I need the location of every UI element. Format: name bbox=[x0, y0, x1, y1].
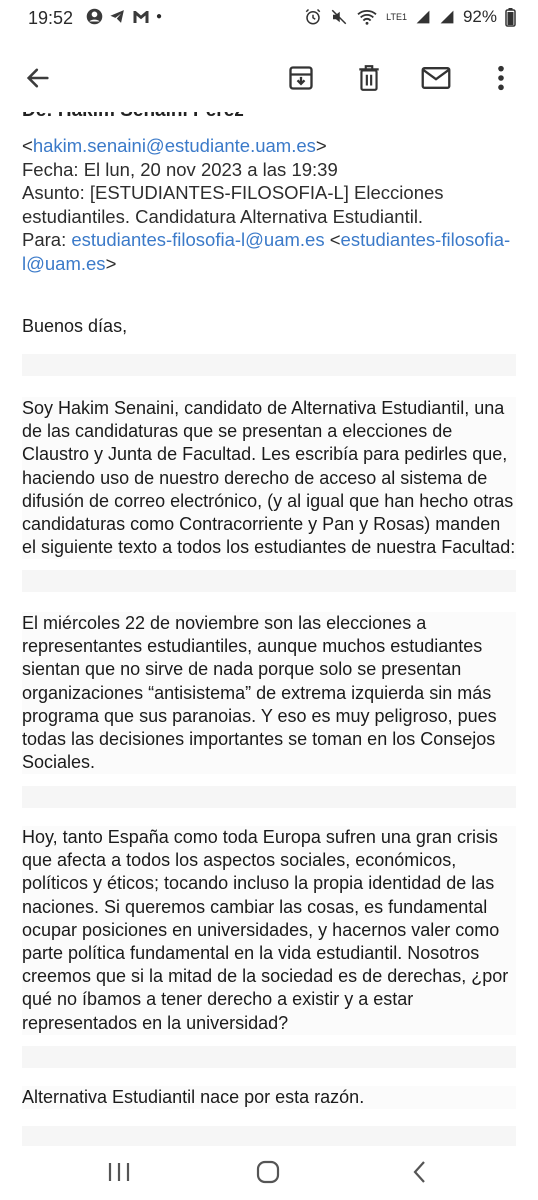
archive-icon bbox=[289, 66, 313, 90]
telegram-icon bbox=[110, 10, 124, 23]
mute-icon bbox=[331, 9, 347, 25]
recents-button[interactable] bbox=[89, 1152, 149, 1192]
status-left-icons: ● bbox=[86, 8, 162, 25]
blank-line bbox=[22, 1126, 516, 1146]
bracket-open: < bbox=[22, 135, 33, 156]
sender-email-link[interactable]: hakim.senaini@estudiante.uam.es bbox=[33, 135, 316, 156]
bracket-close: > bbox=[105, 252, 117, 274]
blank-line bbox=[22, 1046, 516, 1068]
greeting: Buenos días, bbox=[22, 316, 128, 336]
sender-email-line: <hakim.senaini@estudiante.uam.es> bbox=[22, 134, 522, 158]
recipient-link[interactable]: estudiantes-filosofia-l@uam.es bbox=[71, 229, 324, 250]
signal-icon bbox=[416, 10, 430, 24]
archive-button[interactable] bbox=[281, 58, 321, 98]
more-vert-icon bbox=[498, 65, 504, 91]
to-label: Para: bbox=[22, 229, 72, 250]
account-icon bbox=[86, 8, 103, 25]
mark-unread-button[interactable] bbox=[416, 58, 456, 98]
lte-label: LTE1 bbox=[386, 11, 407, 22]
from-line: De: Hakim Senaini Pérez bbox=[22, 112, 244, 122]
status-right-icons: LTE1 92% bbox=[304, 7, 516, 27]
notification-dot-icon: ● bbox=[156, 11, 163, 22]
trash-icon bbox=[359, 65, 379, 91]
wifi-icon bbox=[357, 10, 377, 25]
alarm-icon bbox=[305, 8, 321, 25]
battery-icon bbox=[505, 7, 516, 27]
home-icon bbox=[256, 1160, 280, 1184]
paragraph-3: Hoy, tanto España como toda Europa sufre… bbox=[22, 826, 516, 1035]
arrow-back-icon bbox=[26, 68, 49, 88]
system-nav-bar bbox=[0, 1146, 538, 1200]
paragraph-4: Alternativa Estudiantil nace por esta ra… bbox=[22, 1086, 516, 1110]
battery-percent: 92% bbox=[462, 7, 497, 26]
status-time: 19:52 bbox=[28, 8, 74, 28]
signal2-icon bbox=[440, 10, 454, 24]
to-line: Para: estudiantes-filosofia-l@uam.es <es… bbox=[22, 228, 522, 275]
blank-line bbox=[22, 570, 516, 592]
paragraph-2: El miércoles 22 de noviembre son las ele… bbox=[22, 612, 516, 775]
bracket-close: > bbox=[315, 135, 327, 156]
email-header: <hakim.senaini@estudiante.uam.es> Fecha:… bbox=[22, 134, 522, 275]
subject-line: Asunto: [ESTUDIANTES-FILOSOFIA-L] Elecci… bbox=[22, 182, 444, 227]
paragraph-1: Soy Hakim Senaini, candidato de Alternat… bbox=[22, 397, 516, 560]
home-button[interactable] bbox=[238, 1152, 298, 1192]
blank-line bbox=[22, 354, 516, 376]
mail-icon bbox=[421, 67, 451, 89]
blank-line bbox=[22, 786, 516, 808]
chevron-left-icon bbox=[413, 1161, 425, 1183]
bracket-open: < bbox=[324, 229, 341, 250]
app-bar bbox=[0, 40, 538, 118]
back-button[interactable] bbox=[18, 58, 58, 98]
delete-button[interactable] bbox=[349, 58, 389, 98]
date-line: Fecha: El lun, 20 nov 2023 a las 19:39 bbox=[22, 158, 338, 180]
gmail-icon bbox=[133, 10, 149, 23]
email-content: De: Hakim Senaini Pérez <hakim.senaini@e… bbox=[0, 112, 538, 1146]
back-nav-button[interactable] bbox=[390, 1152, 450, 1192]
status-bar: 19:52 ● LTE1 92% bbox=[0, 0, 538, 36]
recents-icon bbox=[108, 1163, 130, 1181]
more-options-button[interactable] bbox=[481, 58, 521, 98]
